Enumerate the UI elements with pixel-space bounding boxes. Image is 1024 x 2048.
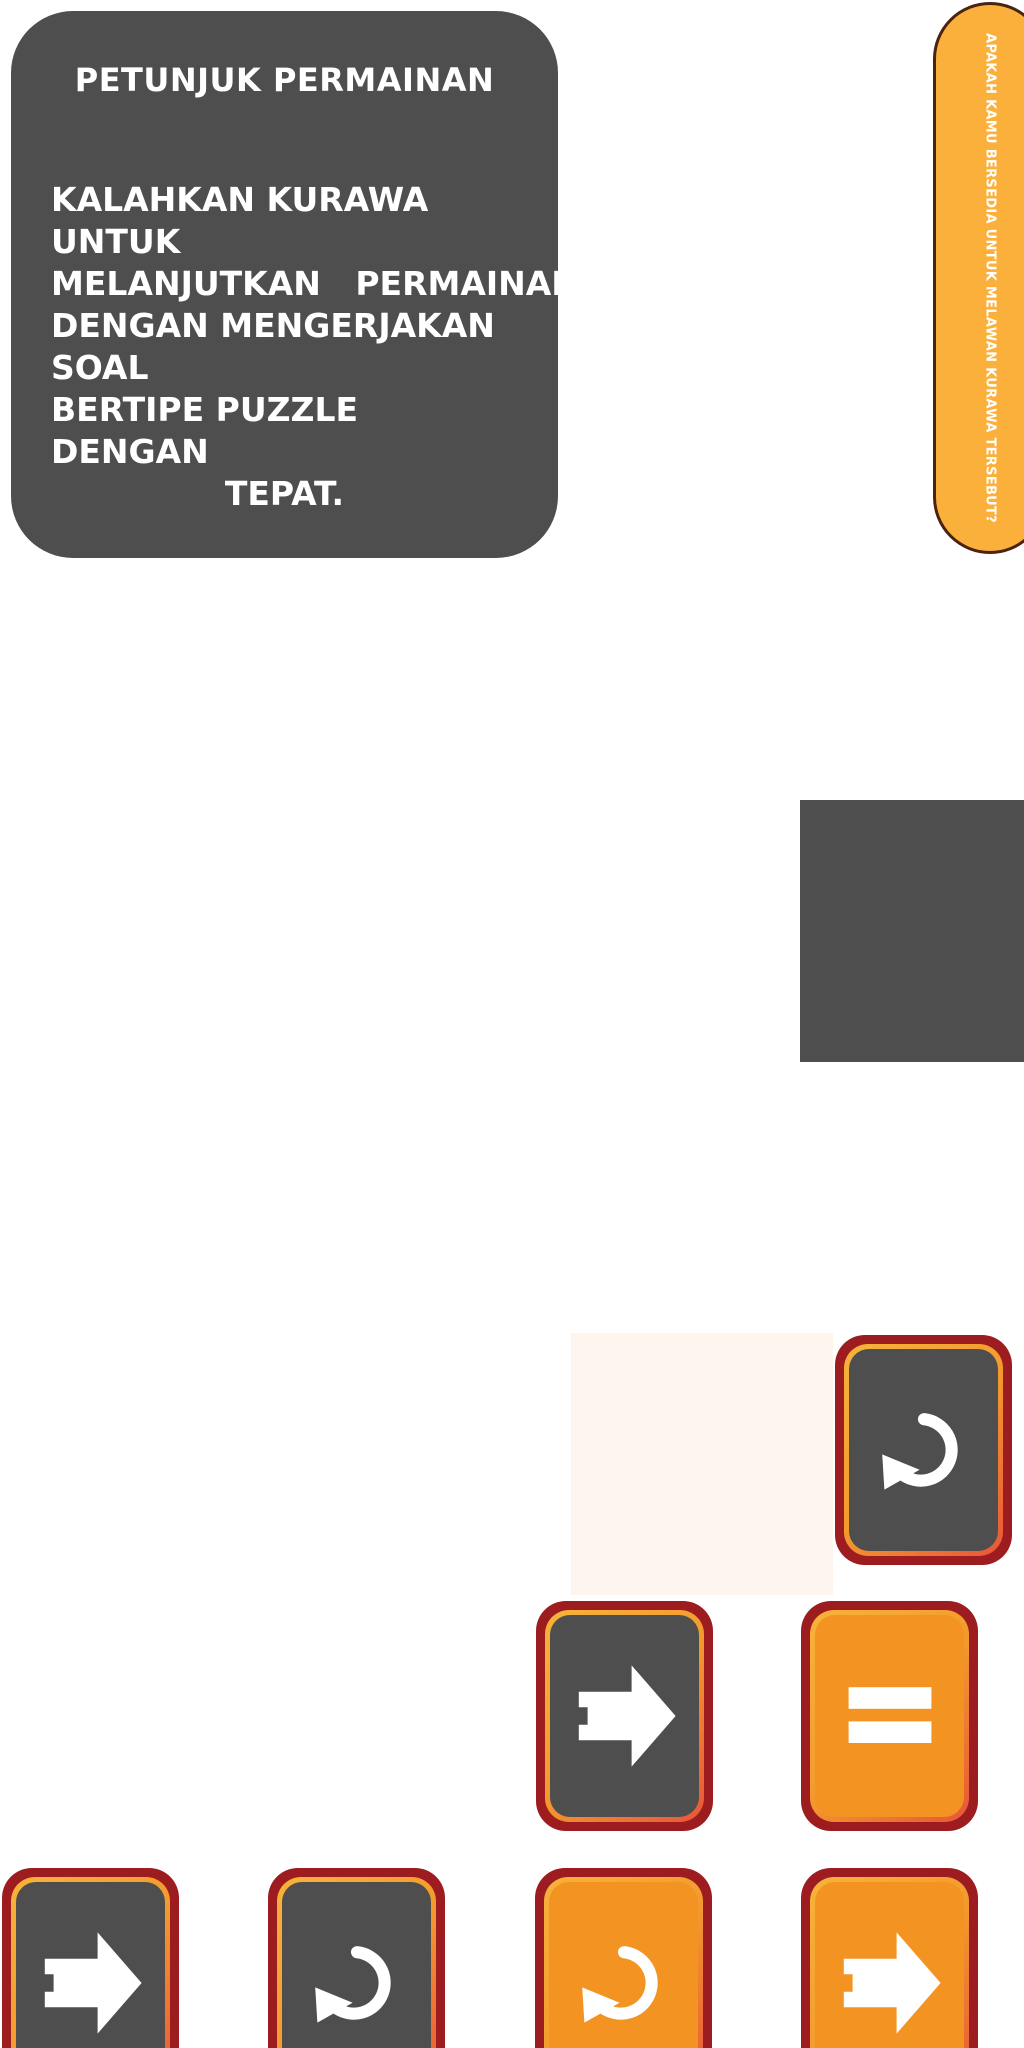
equals-icon bbox=[848, 1687, 931, 1743]
tile-face bbox=[815, 1882, 964, 2048]
instructions-line: DENGAN MENGERJAKAN SOAL bbox=[51, 306, 495, 387]
tile-equals[interactable] bbox=[801, 1601, 978, 1831]
tile-ring bbox=[11, 1877, 170, 2048]
tile-ring bbox=[844, 1344, 1003, 1556]
tile-arrow-right[interactable] bbox=[801, 1868, 978, 2048]
empty-tile-slot[interactable] bbox=[571, 1333, 833, 1595]
tile-ring bbox=[810, 1877, 969, 2048]
tile-face bbox=[282, 1882, 431, 2048]
instructions-panel: PETUNJUK PERMAINAN KALAHKAN KURAWA UNTUK… bbox=[11, 11, 579, 558]
tile-face bbox=[16, 1882, 165, 2048]
arrow-right-icon bbox=[843, 1932, 941, 2034]
tile-ring bbox=[544, 1877, 703, 2048]
dark-square-block bbox=[800, 800, 1024, 1062]
tile-rotate[interactable] bbox=[835, 1335, 1012, 1565]
tile-arrow-right[interactable] bbox=[536, 1601, 713, 1831]
question-text: APAKAH KAMU BERSEDIA UNTUK MELAWAN KURAW… bbox=[982, 32, 998, 524]
tile-face bbox=[849, 1349, 998, 1551]
instructions-line: TEPAT. bbox=[224, 474, 345, 513]
tile-face bbox=[550, 1615, 699, 1817]
tile-arrow-right[interactable] bbox=[2, 1868, 179, 2048]
tile-rotate[interactable] bbox=[535, 1868, 712, 2048]
tile-ring bbox=[545, 1610, 704, 1822]
tile-face bbox=[549, 1882, 698, 2048]
rotate-icon bbox=[314, 1946, 391, 2023]
instructions-line: MELANJUTKAN PERMAINAN bbox=[51, 264, 579, 303]
game-screen: PETUNJUK PERMAINAN KALAHKAN KURAWA UNTUK… bbox=[0, 0, 1024, 2048]
arrow-right-icon bbox=[578, 1665, 676, 1767]
tile-rotate[interactable] bbox=[268, 1868, 445, 2048]
rotate-icon bbox=[581, 1946, 658, 2023]
question-button[interactable]: APAKAH KAMU BERSEDIA UNTUK MELAWAN KURAW… bbox=[933, 2, 1024, 554]
instructions-title: PETUNJUK PERMAINAN bbox=[74, 61, 495, 99]
tile-ring bbox=[810, 1610, 969, 1822]
instructions-line: BERTIPE PUZZLE DENGAN bbox=[51, 390, 359, 471]
tile-face bbox=[815, 1615, 964, 1817]
rotate-icon bbox=[881, 1413, 958, 1490]
arrow-right-icon bbox=[44, 1932, 142, 2034]
instructions-line: KALAHKAN KURAWA UNTUK bbox=[51, 180, 429, 261]
instructions-text: KALAHKAN KURAWA UNTUK MELANJUTKAN PERMAI… bbox=[51, 179, 579, 515]
tile-ring bbox=[277, 1877, 436, 2048]
